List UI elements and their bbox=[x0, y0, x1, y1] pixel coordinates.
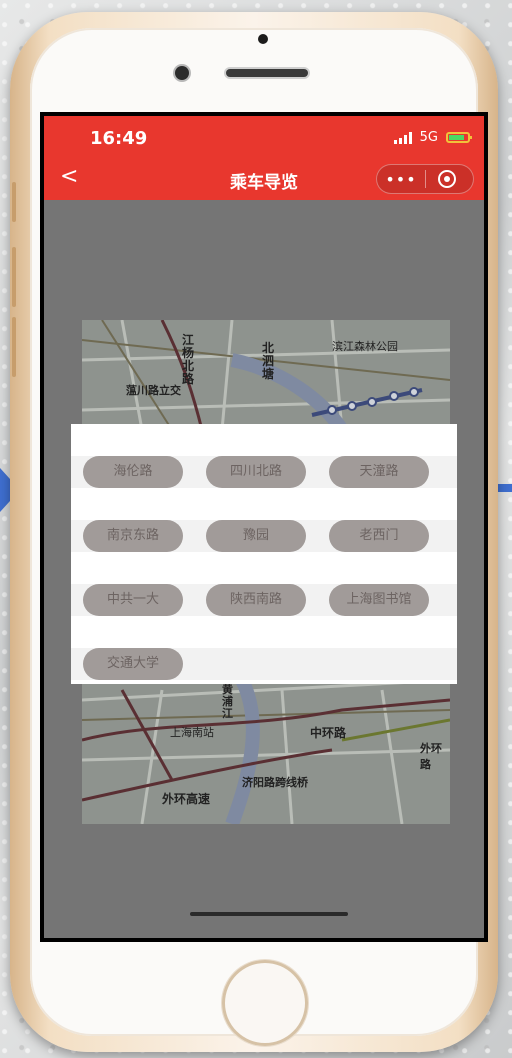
volume-down-button bbox=[12, 317, 16, 377]
status-time: 16:49 bbox=[90, 128, 148, 149]
proximity-sensor bbox=[258, 34, 268, 44]
station-button-nanjing-east-road[interactable]: 南京东路 bbox=[83, 520, 183, 552]
station-button-yuyuan[interactable]: 豫园 bbox=[206, 520, 306, 552]
map-label-shanghai-south: 上海南站 bbox=[170, 726, 214, 739]
map-label-outer-road: 外环路 bbox=[420, 742, 442, 771]
home-button[interactable] bbox=[222, 960, 308, 1046]
phone-screen: 16:49 5G < 乘车导览 ••• 江杨北路 北泗塘 蕰川路立交 滨江森林公… bbox=[40, 112, 488, 942]
station-button-tiantong-road[interactable]: 天潼路 bbox=[329, 456, 429, 488]
station-button-sichuan-north-road[interactable]: 四川北路 bbox=[206, 456, 306, 488]
mute-switch bbox=[12, 182, 16, 222]
map-label-middle-ring: 中环路 bbox=[310, 726, 347, 740]
front-camera bbox=[175, 66, 189, 80]
map-label-jiangyang: 江杨北路 bbox=[182, 333, 195, 386]
volume-up-button bbox=[12, 247, 16, 307]
station-button-hailun-road[interactable]: 海伦路 bbox=[83, 456, 183, 488]
station-button-shanghai-library[interactable]: 上海图书馆 bbox=[329, 584, 429, 616]
battery-icon bbox=[446, 132, 472, 143]
station-button-first-congress[interactable]: 中共一大 bbox=[83, 584, 183, 616]
capsule-divider bbox=[425, 170, 426, 188]
signal-icon bbox=[393, 131, 412, 144]
station-button-laoximen[interactable]: 老西门 bbox=[329, 520, 429, 552]
map-label-beisitang: 北泗塘 bbox=[262, 341, 275, 381]
more-menu-button[interactable]: ••• bbox=[377, 170, 425, 189]
map-label-outer-ring: 外环高速 bbox=[162, 792, 211, 806]
close-target-icon[interactable] bbox=[438, 170, 456, 188]
app-header: 16:49 5G < 乘车导览 ••• bbox=[44, 116, 484, 200]
home-indicator bbox=[190, 912, 348, 916]
map-label-forest-park: 滨江森林公园 bbox=[332, 340, 398, 353]
earpiece-speaker bbox=[226, 69, 308, 77]
map-label-jiyang-bridge: 济阳路跨线桥 bbox=[242, 776, 308, 789]
status-indicators: 5G bbox=[393, 130, 472, 145]
network-label: 5G bbox=[419, 130, 438, 145]
station-button-jiaotong-university[interactable]: 交通大学 bbox=[83, 648, 183, 680]
map-label-huangpu-river: 黄浦江 bbox=[222, 683, 233, 720]
station-button-shaanxi-south-road[interactable]: 陕西南路 bbox=[206, 584, 306, 616]
app-content: 16:49 5G < 乘车导览 ••• 江杨北路 北泗塘 蕰川路立交 滨江森林公… bbox=[44, 116, 484, 938]
station-list-panel: 海伦路 四川北路 天潼路 南京东路 豫园 老西门 中共一大 陕西南路 上海图书馆… bbox=[71, 424, 457, 684]
map-label-yunchuan: 蕰川路立交 bbox=[126, 384, 181, 397]
mini-program-capsule: ••• bbox=[376, 164, 474, 194]
